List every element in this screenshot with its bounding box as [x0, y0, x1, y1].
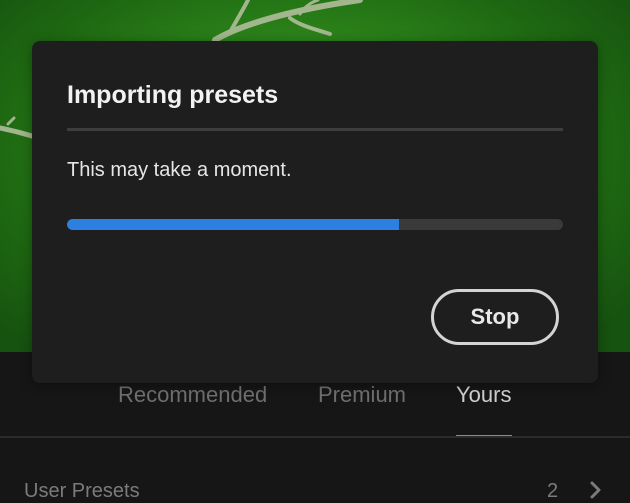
dialog-divider [67, 128, 563, 131]
stop-button[interactable]: Stop [431, 289, 559, 345]
tab-premium[interactable]: Premium [318, 382, 406, 408]
tabs-divider [0, 436, 630, 438]
progress-fill [67, 219, 400, 230]
chevron-right-icon [590, 481, 601, 499]
tab-recommended[interactable]: Recommended [118, 382, 267, 408]
dialog-message: This may take a moment. [67, 159, 292, 181]
import-progress-bar [67, 219, 563, 230]
import-dialog: Importing presets This may take a moment… [32, 41, 598, 383]
dialog-title: Importing presets [67, 81, 279, 109]
tab-yours[interactable]: Yours [456, 382, 511, 408]
